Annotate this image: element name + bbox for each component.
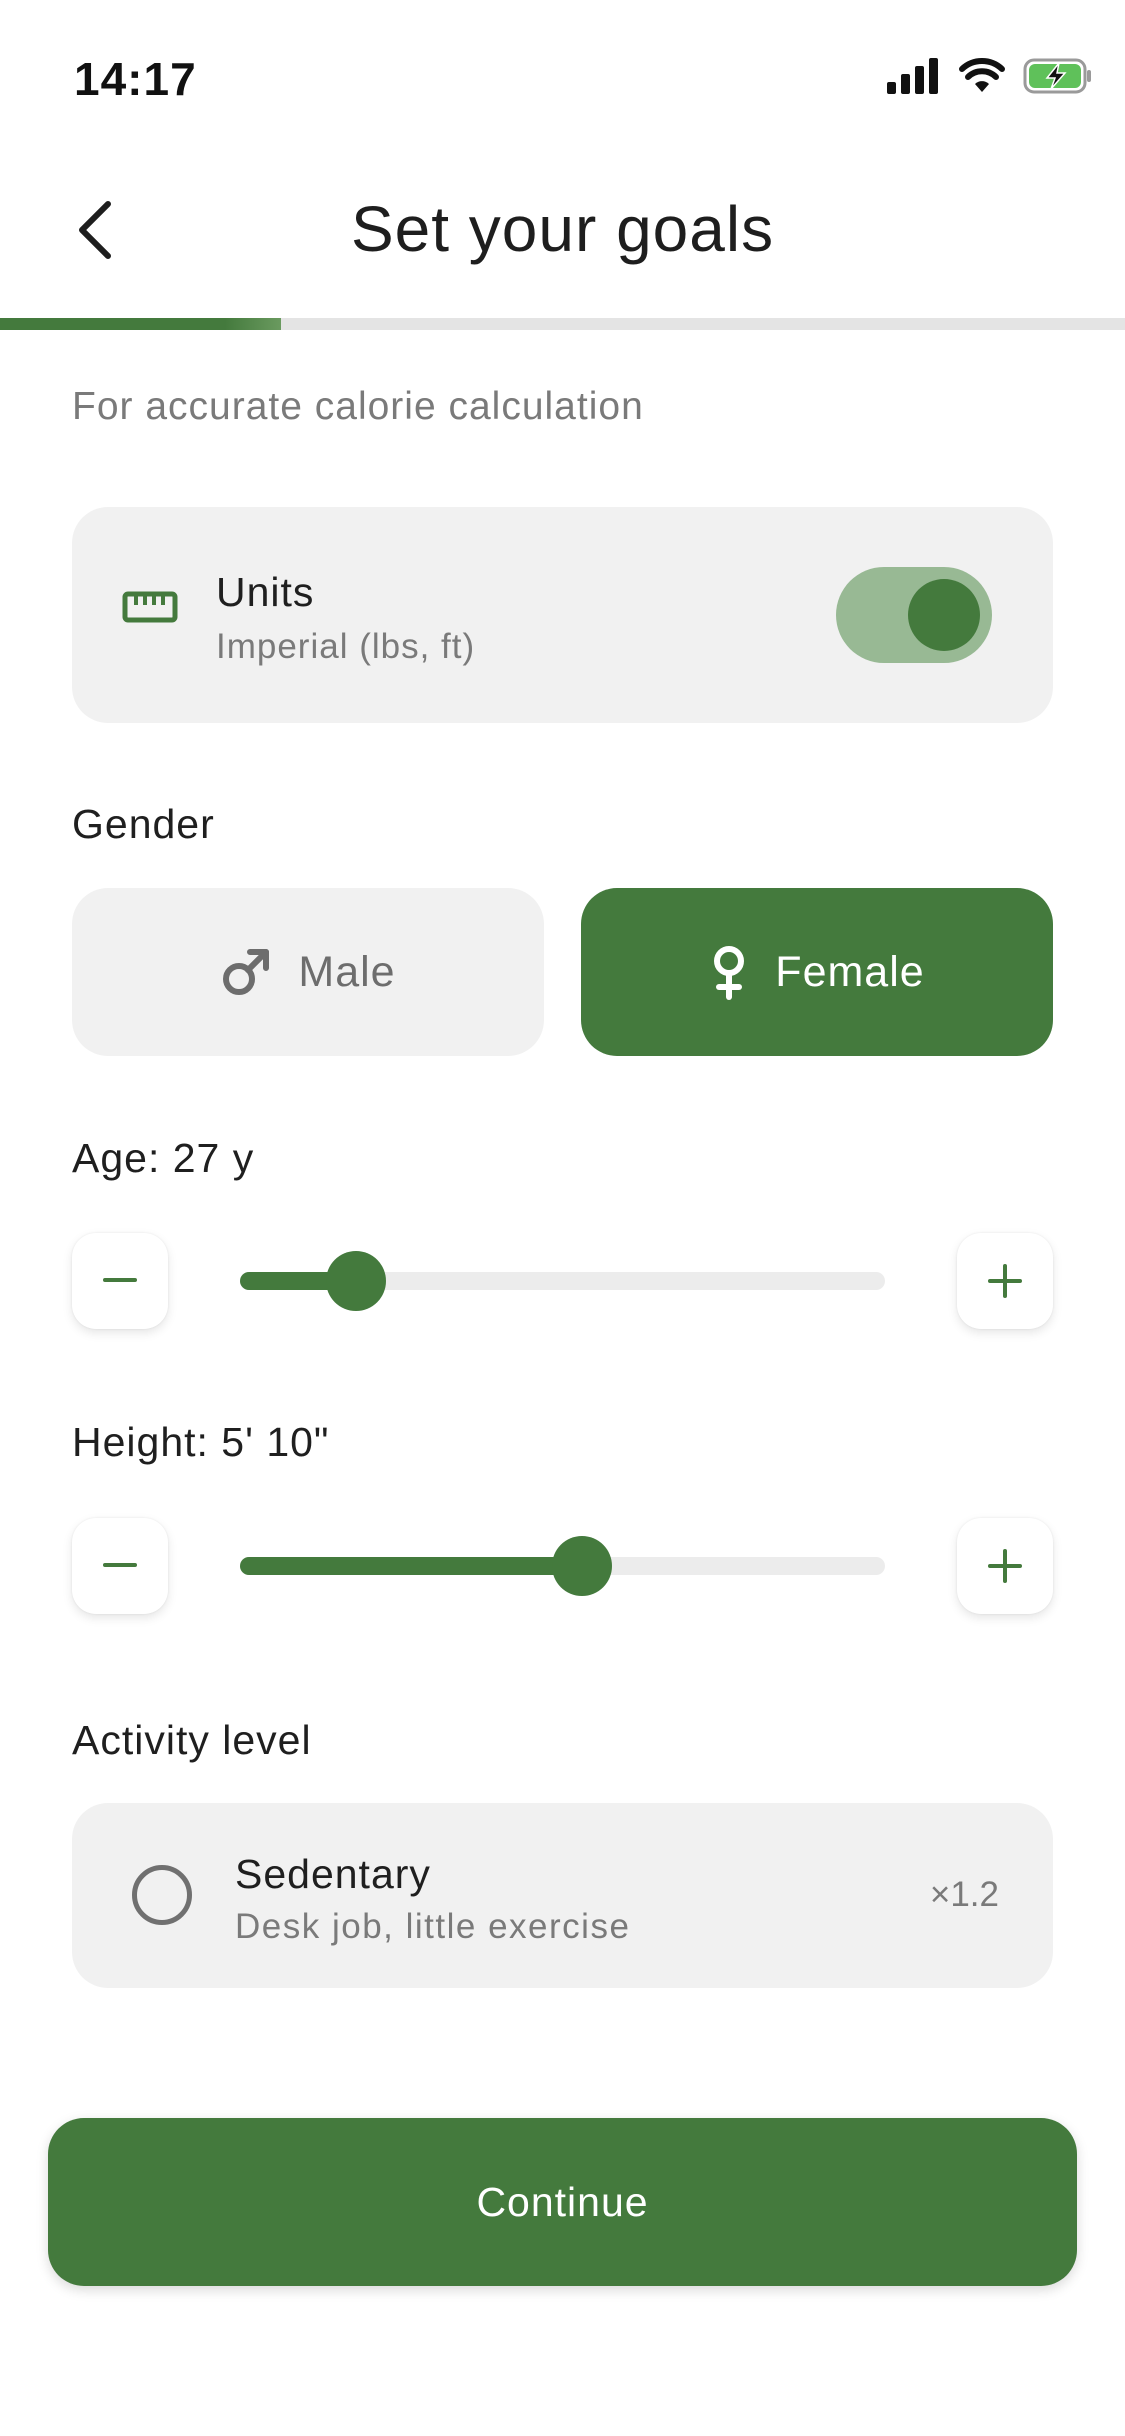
activity-multiplier: ×1.2	[929, 1875, 999, 1914]
age-label: Age: 27 y	[72, 1135, 255, 1181]
age-increase-button[interactable]	[957, 1233, 1053, 1329]
page-subtitle: For accurate calorie calculation	[72, 385, 644, 428]
female-icon	[714, 946, 745, 1000]
plus-icon	[988, 1264, 1022, 1298]
units-title: Units	[216, 569, 315, 615]
gender-label: Gender	[72, 801, 215, 847]
gender-female-button[interactable]: Female	[581, 888, 1053, 1056]
height-slider-fill	[240, 1557, 582, 1575]
activity-option-description: Desk job, little exercise	[235, 1907, 631, 1946]
gender-male-label: Male	[298, 947, 396, 996]
status-time: 14:17	[74, 53, 197, 105]
status-bar: 14:17	[0, 0, 1125, 150]
age-slider-thumb[interactable]	[326, 1251, 387, 1311]
gender-female-label: Female	[775, 947, 925, 996]
age-decrease-button[interactable]	[72, 1233, 168, 1329]
gender-male-button[interactable]: Male	[72, 888, 544, 1056]
progress-fill	[0, 318, 282, 330]
units-value: Imperial (lbs, ft)	[216, 627, 476, 666]
minus-icon	[103, 1563, 137, 1567]
minus-icon	[103, 1278, 137, 1282]
toggle-knob	[908, 579, 980, 651]
units-card: Units Imperial (lbs, ft)	[72, 507, 1053, 723]
activity-option-sedentary[interactable]: Sedentary Desk job, little exercise ×1.2	[72, 1803, 1053, 1988]
activity-label: Activity level	[72, 1717, 312, 1763]
height-label: Height: 5' 10"	[72, 1419, 330, 1465]
plus-icon	[988, 1549, 1022, 1583]
status-icons	[887, 58, 1093, 94]
height-increase-button[interactable]	[957, 1518, 1053, 1614]
radio-button[interactable]	[132, 1865, 192, 1925]
battery-charging-icon	[1023, 58, 1091, 94]
page-title: Set your goals	[350, 193, 775, 265]
wifi-icon	[959, 58, 1005, 92]
signal-icon	[887, 58, 938, 94]
age-slider[interactable]	[240, 1251, 885, 1311]
activity-option-title: Sedentary	[235, 1851, 431, 1897]
units-toggle[interactable]	[836, 567, 992, 663]
ruler-icon	[122, 591, 178, 623]
height-slider[interactable]	[240, 1536, 885, 1596]
progress-bar	[0, 318, 1125, 330]
height-slider-thumb[interactable]	[551, 1536, 612, 1596]
continue-button[interactable]: Continue	[48, 2118, 1077, 2286]
header: Set your goals	[0, 150, 1125, 320]
height-decrease-button[interactable]	[72, 1518, 168, 1614]
male-icon	[223, 949, 270, 995]
